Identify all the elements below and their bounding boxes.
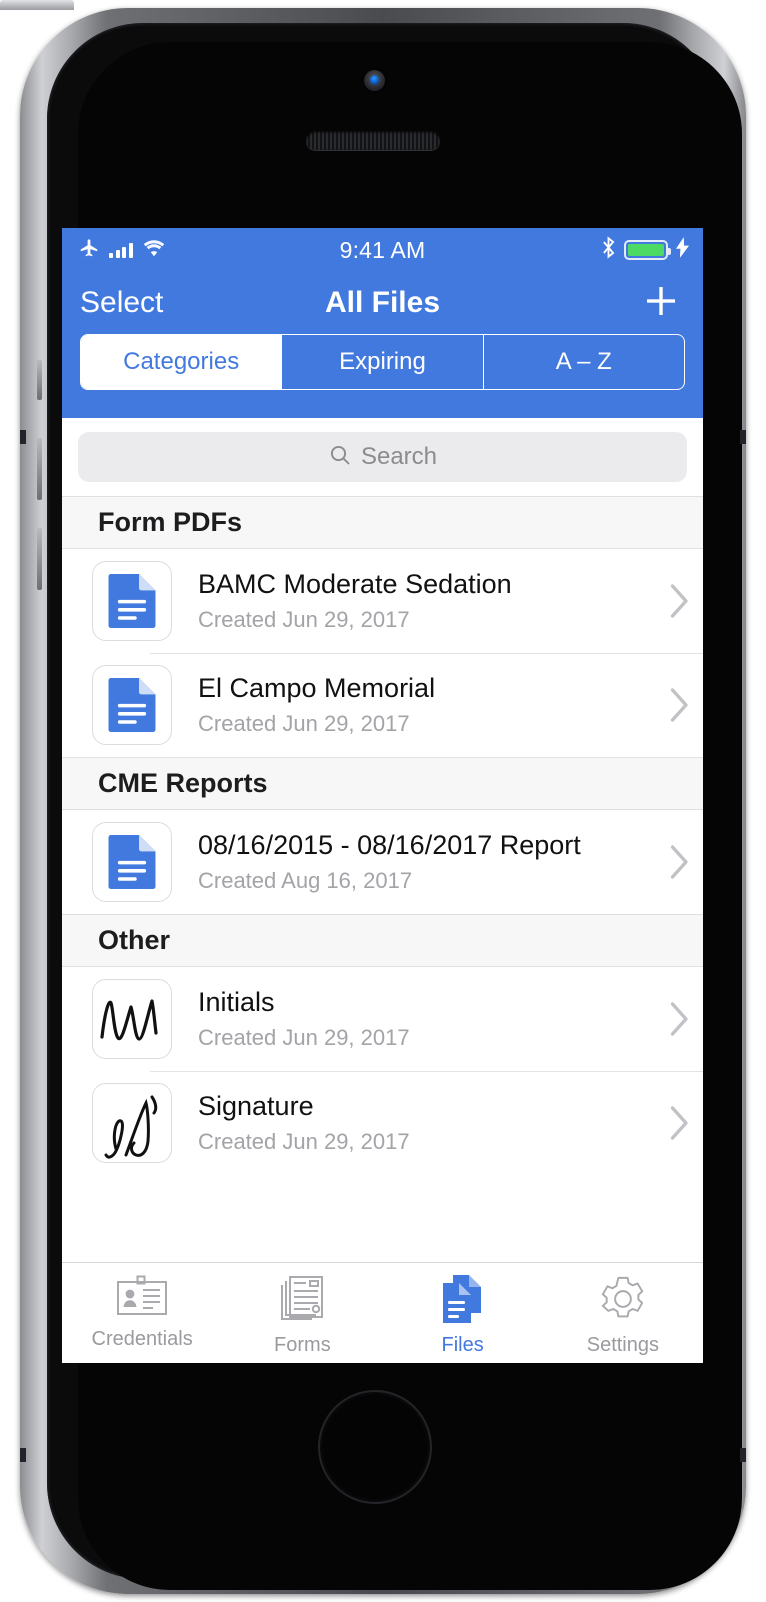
chevron-right-icon [657,1105,703,1141]
status-bar: 9:41 AM [62,228,703,272]
page-title: All Files [324,286,441,319]
list-item-title: BAMC Moderate Sedation [198,569,512,600]
section-header-form-pdfs: Form PDFs [62,496,703,549]
tab-forms[interactable]: Forms [222,1263,382,1363]
files-documents-icon [437,1275,489,1328]
chevron-right-icon [657,844,703,880]
add-button[interactable] [641,272,681,334]
chevron-right-icon [657,687,703,723]
list-item[interactable]: El Campo Memorial Created Jun 29, 2017 [62,653,703,757]
navigation-bar: Select All Files [62,272,703,334]
antenna-band [740,1448,746,1462]
section-header-cme-reports: CME Reports [62,757,703,810]
antenna-band [20,1448,26,1462]
list-item-text: Initials Created Jun 29, 2017 [172,987,657,1050]
list-item-subtitle: Created Jun 29, 2017 [198,1128,410,1154]
power-button[interactable] [0,0,74,10]
tab-label: Settings [586,1334,659,1356]
ring-silent-switch[interactable] [37,360,42,400]
gear-icon [598,1275,648,1328]
pdf-document-icon [92,561,172,641]
search-input[interactable]: Search [78,432,687,482]
list-item-title: Signature [198,1091,314,1122]
bluetooth-icon [601,236,616,264]
initials-scribble-icon [92,979,172,1059]
list-item-subtitle: Created Jun 29, 2017 [198,710,410,736]
file-list: Form PDFs BAMC Moderate Sedation Created… [62,496,703,1175]
tab-label: Forms [274,1334,331,1356]
plus-icon [641,281,681,326]
pdf-document-icon [92,822,172,902]
app-screen: 9:41 AM Select All Files Categories Expi… [62,228,703,1363]
list-item-text: El Campo Memorial Created Jun 29, 2017 [172,673,657,736]
chevron-right-icon [657,1001,703,1037]
tab-bar: Credentials Forms Files Settings [62,1262,703,1363]
list-item-title: El Campo Memorial [198,673,436,704]
search-placeholder: Search [360,443,438,470]
list-item-text: BAMC Moderate Sedation Created Jun 29, 2… [172,569,657,632]
filter-segmented-control-container: Categories Expiring A – Z [62,334,703,418]
tab-files[interactable]: Files [383,1263,543,1363]
antenna-band [740,430,746,444]
search-icon [328,443,352,472]
list-item-title: Initials [198,987,275,1018]
tab-label: Credentials [91,1328,193,1350]
list-item-subtitle: Created Jun 29, 2017 [198,1024,410,1050]
list-item-subtitle: Created Jun 29, 2017 [198,606,410,632]
status-bar-right [601,228,689,272]
tab-settings[interactable]: Settings [543,1263,703,1363]
volume-down-button[interactable] [37,528,42,590]
iphone-device-frame: 9:41 AM Select All Files Categories Expi… [0,0,766,1602]
section-header-other: Other [62,914,703,967]
list-item-subtitle: Created Aug 16, 2017 [198,867,413,893]
list-item-title: 08/16/2015 - 08/16/2017 Report [198,830,581,861]
list-item-text: 08/16/2015 - 08/16/2017 Report Created A… [172,830,657,893]
list-item[interactable]: Initials Created Jun 29, 2017 [62,967,703,1071]
list-item[interactable]: 08/16/2015 - 08/16/2017 Report Created A… [62,810,703,914]
battery-icon [624,240,671,260]
segment-expiring[interactable]: Expiring [282,335,484,389]
tab-label: Files [441,1334,484,1356]
front-camera [364,70,385,91]
search-bar-container: Search [62,418,703,496]
forms-stack-icon [277,1275,327,1328]
list-item[interactable]: Signature Created Jun 29, 2017 [62,1071,703,1175]
antenna-band [20,430,26,444]
segment-categories[interactable]: Categories [81,335,283,389]
list-item[interactable]: BAMC Moderate Sedation Created Jun 29, 2… [62,549,703,653]
pdf-document-icon [92,665,172,745]
earpiece-speaker [306,131,440,150]
list-item-text: Signature Created Jun 29, 2017 [172,1091,657,1154]
tab-credentials[interactable]: Credentials [62,1263,222,1363]
signature-scribble-icon [92,1083,172,1163]
filter-segmented-control[interactable]: Categories Expiring A – Z [80,334,685,390]
segment-a-z[interactable]: A – Z [484,335,684,389]
volume-up-button[interactable] [37,438,42,500]
id-card-icon [115,1275,169,1322]
charging-bolt-icon [676,237,689,263]
home-button[interactable] [318,1390,432,1504]
chevron-right-icon [657,583,703,619]
